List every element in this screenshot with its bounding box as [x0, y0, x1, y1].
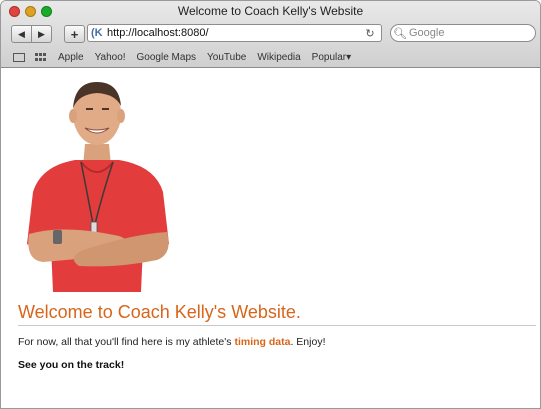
page-heading: Welcome to Coach Kelly's Website. [18, 302, 301, 322]
bookmark-youtube[interactable]: YouTube [207, 52, 246, 63]
page-content: Welcome to Coach Kelly's Website. For no… [1, 68, 540, 408]
traffic-lights [9, 6, 52, 17]
top-sites-grid-icon[interactable] [35, 52, 47, 62]
reload-icon[interactable]: ↻ [363, 27, 377, 40]
coach-kelly-photo [27, 82, 169, 292]
intro-text-before: For now, all that you'll find here is my… [18, 336, 235, 348]
browser-chrome: Welcome to Coach Kelly's Website ◀ ▶ + (… [1, 1, 540, 68]
forward-button[interactable]: ▶ [31, 26, 51, 42]
minimize-window-button[interactable] [25, 6, 36, 17]
zoom-window-button[interactable] [41, 6, 52, 17]
reading-list-icon[interactable] [13, 52, 25, 62]
bookmarks-bar: Apple Yahoo! Google Maps YouTube Wikiped… [1, 48, 540, 66]
search-placeholder: Google [409, 27, 445, 39]
intro-paragraph: For now, all that you'll find here is my… [18, 336, 326, 348]
site-favicon-icon: (K [91, 27, 103, 39]
heading-divider [18, 325, 536, 326]
address-bar[interactable]: (K http://localhost:8080/ ↻ [87, 24, 382, 42]
search-field[interactable]: 🔍︎ Google [390, 24, 536, 42]
closing-line: See you on the track! [18, 359, 125, 371]
timing-data-link[interactable]: timing data [234, 336, 290, 348]
add-bookmark-button[interactable]: + [64, 25, 85, 43]
bookmark-yahoo[interactable]: Yahoo! [95, 52, 126, 63]
close-window-button[interactable] [9, 6, 20, 17]
browser-window: Welcome to Coach Kelly's Website ◀ ▶ + (… [0, 0, 541, 409]
title-bar: Welcome to Coach Kelly's Website [1, 1, 540, 21]
back-arrow-icon: ◀ [18, 28, 25, 39]
bookmark-apple[interactable]: Apple [58, 52, 84, 63]
bookmark-google-maps[interactable]: Google Maps [137, 52, 196, 63]
bookmark-popular-menu[interactable]: Popular▾ [312, 52, 352, 63]
window-title: Welcome to Coach Kelly's Website [177, 4, 364, 18]
back-button[interactable]: ◀ [12, 26, 31, 42]
nav-buttons: ◀ ▶ [11, 25, 52, 43]
search-icon: 🔍︎ [393, 27, 407, 40]
forward-arrow-icon: ▶ [38, 28, 45, 39]
intro-text-after: . Enjoy! [290, 336, 326, 348]
toolbar: ◀ ▶ + (K http://localhost:8080/ ↻ 🔍︎ Goo… [1, 23, 540, 45]
bookmark-wikipedia[interactable]: Wikipedia [257, 52, 300, 63]
url-text[interactable]: http://localhost:8080/ [107, 27, 363, 39]
